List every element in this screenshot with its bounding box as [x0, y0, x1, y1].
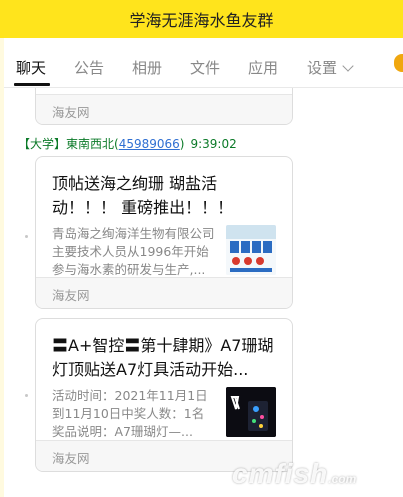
card-description-line: 到11月10日中奖人数：1名	[52, 406, 205, 421]
link-card[interactable]: 顶帖送海之绚珊 瑚盐活动！！！ 重磅推出！！！ 青岛海之绚海洋生物有限公司 主要…	[35, 156, 293, 309]
window-title: 学海无涯海水鱼友群	[129, 11, 274, 30]
watermark-text: cmfish	[232, 458, 329, 489]
card-thumbnail	[226, 387, 276, 437]
link-card[interactable]: 〓A+智控〓第十肆期》A7珊瑚灯顶贴送A7灯具活动开始... 活动时间：2021…	[35, 318, 293, 472]
card-description-line: 活动时间：2021年11月1日	[52, 388, 208, 403]
tab-chat[interactable]: 聊天	[16, 57, 46, 78]
active-tab-indicator	[14, 83, 50, 86]
tab-bar: 聊天 公告 相册 文件 应用 设置 ✕	[4, 38, 403, 101]
card-description: 活动时间：2021年11月1日 到11月10日中奖人数：1名 奖品说明：A7珊瑚…	[52, 387, 224, 441]
sender-close-paren: )	[179, 137, 185, 151]
watermark: cmfish.com	[232, 458, 356, 490]
tab-announcement[interactable]: 公告	[74, 57, 104, 78]
tab-settings[interactable]: 设置	[307, 57, 337, 78]
message-dot	[25, 394, 28, 397]
card-description-line: 青岛海之绚海洋生物有限公司	[52, 226, 215, 241]
link-card-partial[interactable]: 海友网	[35, 88, 293, 125]
card-description-line: 奖品说明：A7珊瑚灯—...	[52, 424, 193, 439]
title-bar: 学海无涯海水鱼友群	[0, 0, 403, 38]
message-dot	[25, 235, 28, 238]
watermark-suffix: .com	[328, 472, 357, 486]
sender-name: 東南西北(	[66, 137, 119, 151]
chat-area: 海友网 【大学】東南西北(45989066) 9:39:02 顶帖送海之绚珊 瑚盐…	[4, 88, 386, 497]
card-title: 顶帖送海之绚珊 瑚盐活动！！！ 重磅推出！！！	[52, 174, 234, 217]
tab-apps[interactable]: 应用	[248, 57, 278, 78]
card-footer: 海友网	[36, 277, 292, 308]
card-title: 〓A+智控〓第十肆期》A7珊瑚灯顶贴送A7灯具活动开始...	[52, 336, 274, 379]
chevron-down-icon[interactable]	[342, 60, 354, 72]
tab-files[interactable]: 文件	[190, 57, 220, 78]
card-thumbnail	[226, 225, 276, 275]
side-panel-icon[interactable]	[394, 54, 403, 72]
card-description-line: 主要技术人员从1996年开始	[52, 244, 209, 259]
tab-album[interactable]: 相册	[132, 57, 162, 78]
card-description: 青岛海之绚海洋生物有限公司 主要技术人员从1996年开始 参与海水素的研发与生产…	[52, 225, 224, 279]
scrollbar[interactable]	[386, 88, 403, 497]
card-footer: 海友网	[36, 94, 292, 124]
message-time: 9:39:02	[190, 137, 237, 151]
sender-tag: 【大学】	[18, 137, 67, 151]
message-sender: 【大学】東南西北(45989066) 9:39:02	[18, 135, 237, 152]
sender-uid-link[interactable]: 45989066	[119, 137, 180, 151]
